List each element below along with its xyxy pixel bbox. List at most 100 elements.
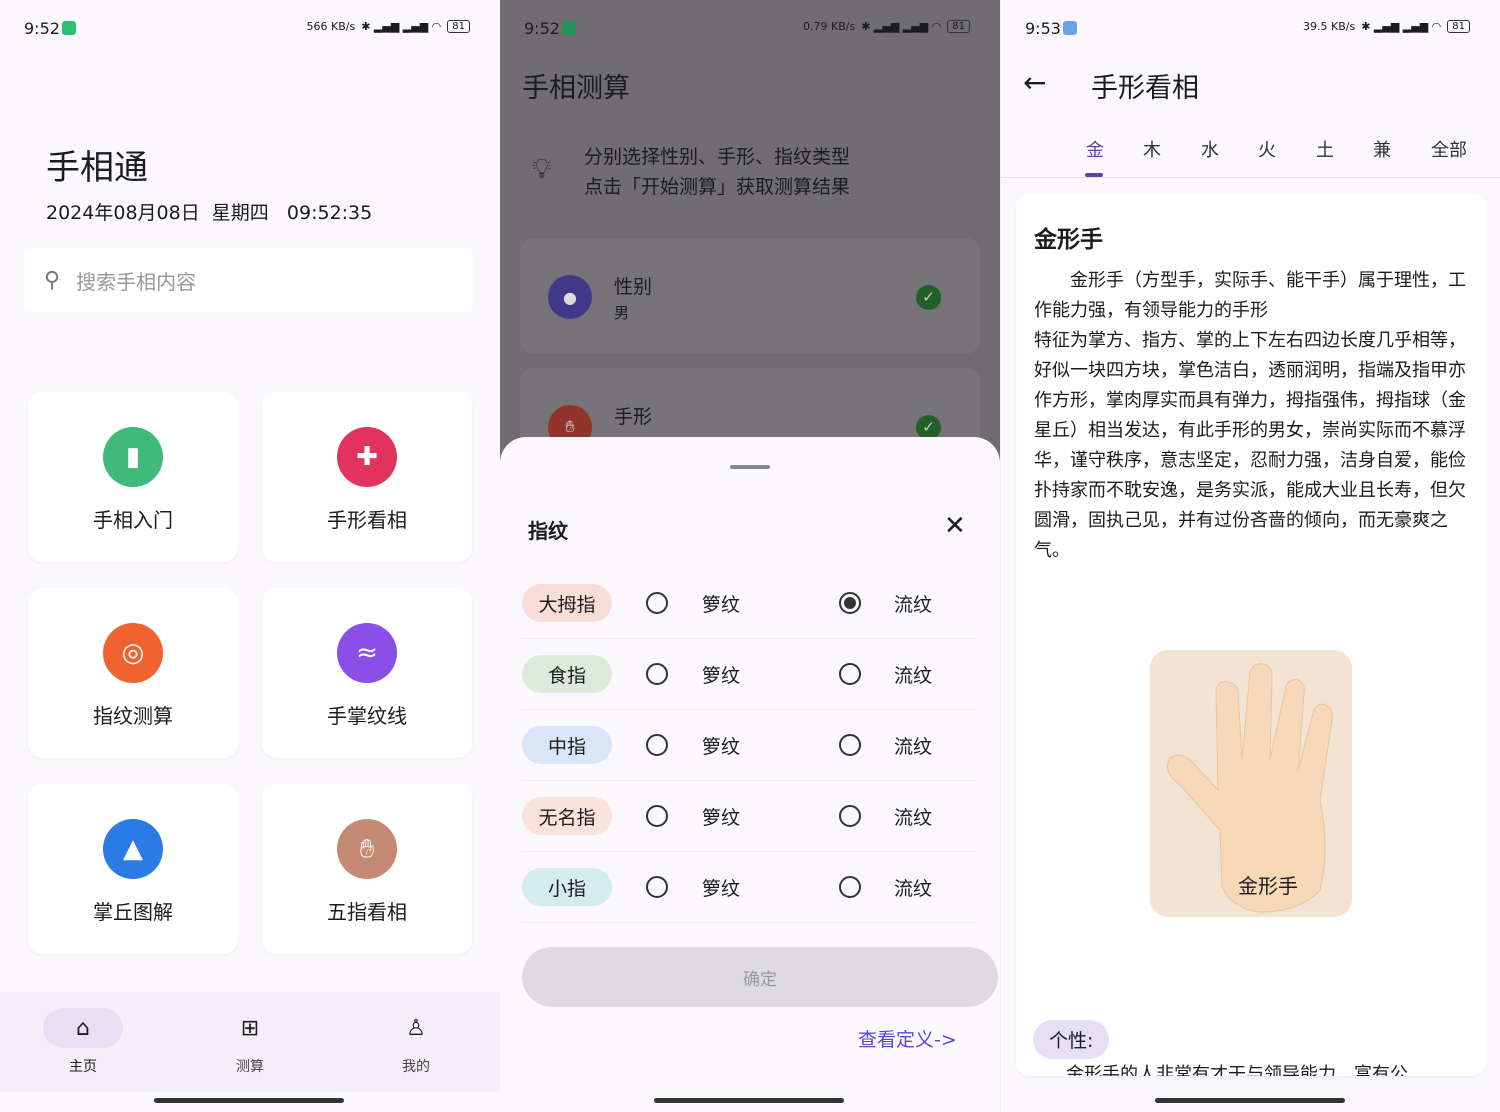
gesture-bar	[154, 1098, 344, 1103]
tile-4[interactable]: ▲ 掌丘图解	[28, 784, 238, 954]
tab-0[interactable]: 金	[1086, 136, 1104, 162]
back-arrow-icon[interactable]: ←	[1023, 66, 1046, 99]
hand-shape-screen: 9:53 39.5 KB/s ✱ ▂▄▆ ▂▄▆ ◠ 81 ← 手形看相 金 木 水 火 土…	[1000, 0, 1500, 1112]
option-a-label: 箩纹	[702, 878, 741, 900]
radio-a[interactable]	[646, 805, 668, 827]
finger-row: 大拇指 箩纹 流纹	[522, 568, 976, 639]
hand-icon: ✋︎	[337, 819, 397, 879]
mountain-icon: ▲	[103, 819, 163, 879]
finger-row: 无名指 箩纹 流纹	[522, 781, 976, 852]
option-b-label: 流纹	[894, 665, 933, 687]
confirm-button[interactable]: 确定	[522, 947, 998, 1007]
option-a-label: 箩纹	[702, 736, 741, 758]
tab-2[interactable]: 水	[1201, 136, 1219, 162]
option-a-label: 箩纹	[702, 594, 741, 616]
tab-5[interactable]: 兼	[1373, 136, 1391, 162]
fingerprint-icon: ◎	[103, 623, 163, 683]
radio-b[interactable]	[839, 592, 861, 614]
radio-b[interactable]	[839, 734, 861, 756]
app-notification-icon	[1062, 21, 1077, 35]
tab-6[interactable]: 全部	[1431, 136, 1467, 162]
radio-a[interactable]	[646, 592, 668, 614]
tile-label: 指纹测算	[93, 704, 173, 728]
tile-label: 手形看相	[327, 508, 407, 532]
hint-text: 分别选择性别、手形、指纹类型 点击「开始测算」获取测算结果	[584, 146, 851, 198]
nav-label: 我的	[402, 1059, 430, 1075]
home-icon: ⌂	[43, 1008, 123, 1048]
section-label: 个性:	[1033, 1020, 1110, 1059]
finger-row: 小指 箩纹 流纹	[522, 852, 976, 923]
tab-4[interactable]: 土	[1316, 136, 1334, 162]
page-title: 手相测算	[522, 73, 630, 104]
content-card: 金形手 金形手（方型手，实际手、能干手）属于理性，工作能力强，有领导能力的手形 …	[1016, 194, 1486, 1076]
radio-a[interactable]	[646, 876, 668, 898]
page-title: 手形看相	[1091, 73, 1199, 104]
tile-2[interactable]: ◎ 指纹测算	[28, 588, 238, 758]
tab-1[interactable]: 木	[1143, 136, 1161, 162]
radio-a[interactable]	[646, 663, 668, 685]
network-speed: 39.5 KB/s	[1303, 20, 1356, 33]
radio-b[interactable]	[839, 663, 861, 685]
tile-3[interactable]: ≈ 手掌纹线	[262, 588, 472, 758]
nav-label: 测算	[236, 1059, 264, 1075]
tab-3[interactable]: 火	[1258, 136, 1276, 162]
finger-label: 无名指	[522, 797, 612, 835]
gender-card[interactable]: ● 性别 男 ✓	[520, 238, 980, 354]
nav-label: 主页	[69, 1059, 97, 1075]
tile-5[interactable]: ✋︎ 五指看相	[262, 784, 472, 954]
search-icon: ⚲	[44, 267, 61, 293]
description-intro: 金形手（方型手，实际手、能干手）属于理性，工作能力强，有领导能力的手形	[1034, 270, 1466, 321]
radio-b[interactable]	[839, 805, 861, 827]
status-bar: 9:52 0.79 KB/s ✱ ▂▄▆ ▂▄▆ ◠ 81	[500, 0, 1000, 58]
tile-1[interactable]: ✚ 手形看相	[262, 392, 472, 562]
tile-label: 五指看相	[327, 900, 407, 924]
battery-icon: 81	[947, 20, 970, 33]
nav-mine[interactable]: ♙ 我的	[366, 1008, 466, 1076]
tile-0[interactable]: ▮ 手相入门	[28, 392, 238, 562]
tile-label: 手相入门	[93, 508, 173, 532]
radio-b[interactable]	[839, 876, 861, 898]
finger-label: 小指	[522, 868, 612, 906]
status-bar: 9:52 566 KB/s ✱ ▂▄▆ ▂▄▆ ◠ 81	[0, 0, 500, 58]
signal-icon: ✱ ▂▄▆ ▂▄▆ ◠	[361, 20, 442, 33]
battery-icon: 81	[1447, 20, 1470, 33]
network-speed: 0.79 KB/s	[803, 20, 856, 33]
radio-a[interactable]	[646, 734, 668, 756]
finger-label: 大拇指	[522, 584, 612, 622]
network-speed: 566 KB/s	[306, 20, 356, 33]
check-icon: ✓	[916, 285, 941, 310]
option-b-label: 流纹	[894, 594, 933, 616]
option-b-label: 流纹	[894, 807, 933, 829]
lightbulb-icon: 💡︎	[532, 152, 552, 185]
card-title: 金形手	[1034, 227, 1103, 253]
nav-home[interactable]: ⌂ 主页	[33, 1008, 133, 1076]
image-caption: 金形手	[1238, 874, 1298, 898]
app-notification-icon	[61, 21, 76, 35]
option-b-label: 流纹	[894, 878, 933, 900]
section-text: 金形手的人非常有才干与领导能力，富有公	[1066, 1064, 1408, 1076]
nav-calc[interactable]: ⊞ 测算	[200, 1008, 300, 1076]
fingerprint-sheet: 指纹 ✕ 大拇指 箩纹 流纹 食指 箩纹 流纹 中指 箩纹 流纹 无名指 箩纹 流纹小…	[500, 437, 1000, 1112]
finger-label: 中指	[522, 726, 612, 764]
option-a-label: 箩纹	[702, 807, 741, 829]
tile-label: 掌丘图解	[93, 900, 173, 924]
status-time: 9:52	[524, 19, 560, 38]
tab-divider	[1001, 177, 1500, 178]
app-notification-icon	[561, 21, 576, 35]
palm-lines-icon: ≈	[337, 623, 397, 683]
view-definition-link[interactable]: 查看定义->	[858, 1025, 957, 1052]
finger-row: 中指 箩纹 流纹	[522, 710, 976, 781]
item-value: 男	[614, 304, 630, 322]
gesture-bar	[1155, 1098, 1345, 1103]
item-title: 手形	[614, 406, 653, 428]
close-icon[interactable]: ✕	[944, 511, 966, 541]
option-a-label: 箩纹	[702, 665, 741, 687]
drag-handle[interactable]	[730, 465, 770, 469]
hand-image: 金形手	[1150, 650, 1352, 917]
current-datetime: 2024年08月08日 星期四 09:52:35	[46, 202, 373, 224]
battery-icon: 81	[447, 20, 470, 33]
finger-row: 食指 箩纹 流纹	[522, 639, 976, 710]
calc-screen: 9:52 0.79 KB/s ✱ ▂▄▆ ▂▄▆ ◠ 81 手相测算 💡︎ 分别选择…	[500, 0, 1000, 1112]
search-input[interactable]: ⚲ 搜索手相内容	[24, 248, 474, 312]
app-title: 手相通	[46, 148, 148, 188]
